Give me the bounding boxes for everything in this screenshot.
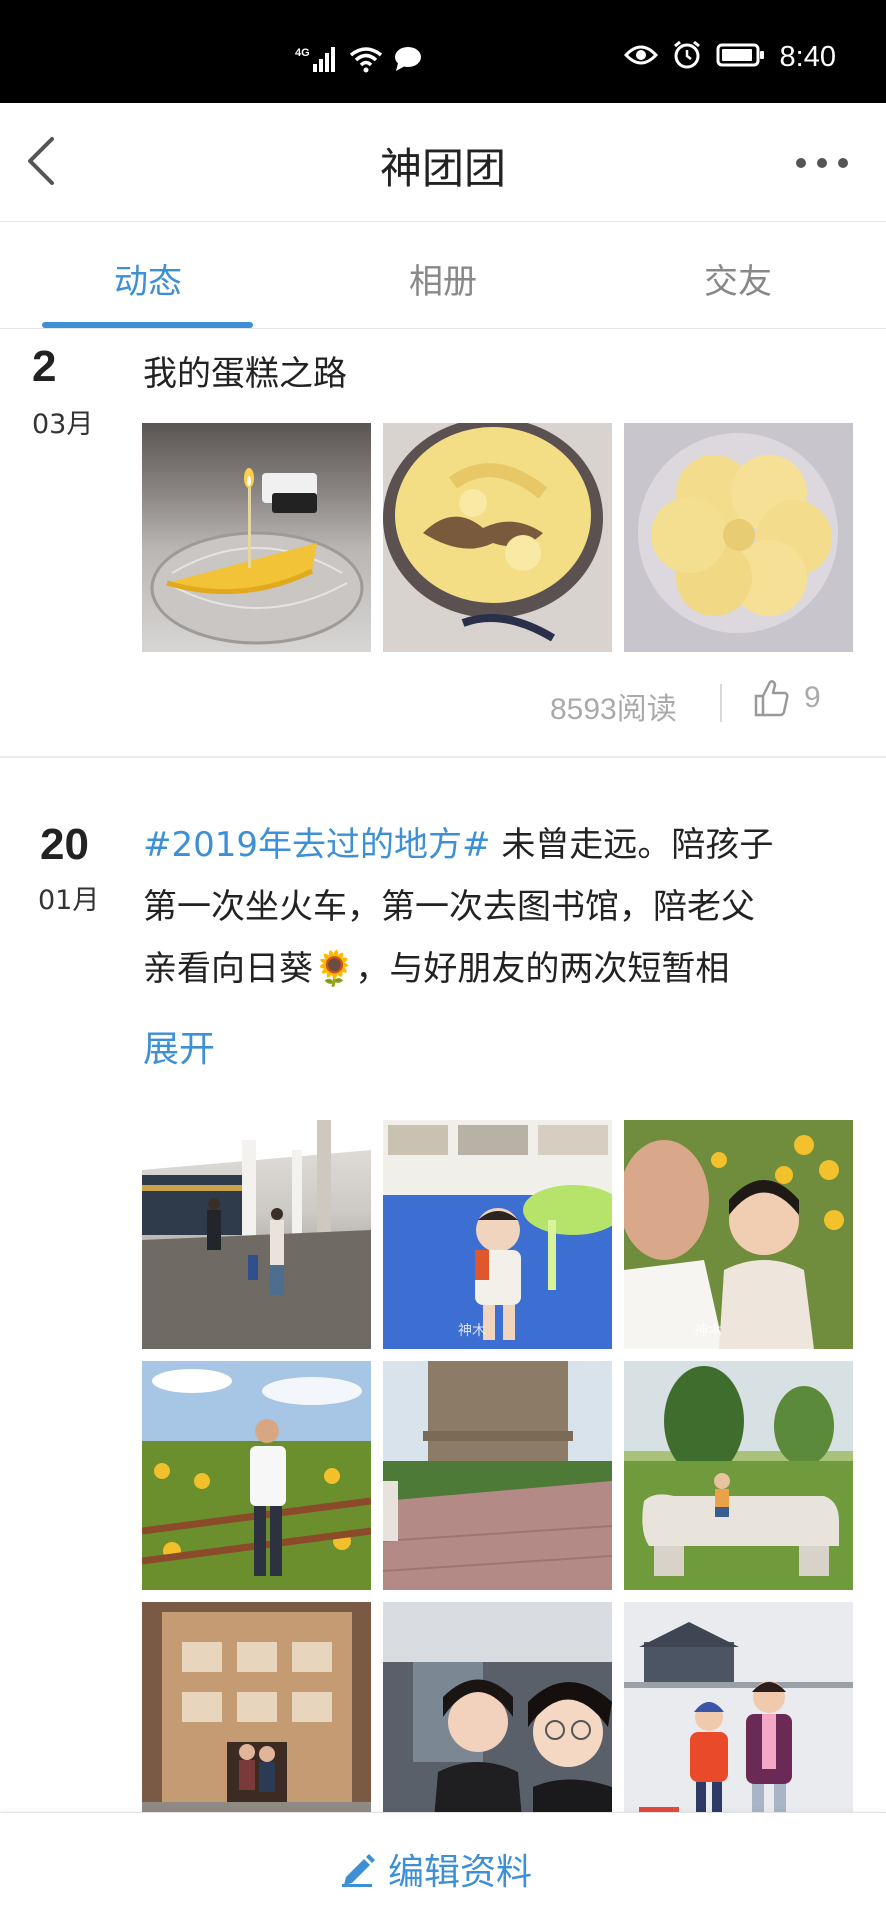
- eye-icon: [623, 43, 658, 71]
- post-date-month: 03月: [32, 409, 94, 440]
- post-text-line: 第一次坐火车，第一次去图书馆，陪老父: [143, 887, 755, 927]
- like-button[interactable]: 9: [752, 678, 821, 718]
- post-photo[interactable]: [142, 423, 371, 652]
- kids-in-snow-image: [624, 1602, 853, 1831]
- status-bar-system: 8:40: [623, 40, 836, 74]
- child-in-library-image: 神木: [383, 1120, 612, 1349]
- train-platform-image: [142, 1120, 371, 1349]
- more-dots-icon: [796, 158, 806, 168]
- bottom-action-bar: 编辑资料: [0, 1812, 886, 1921]
- expand-link[interactable]: 展开: [143, 1020, 215, 1072]
- post-photo[interactable]: [142, 1120, 371, 1349]
- status-bar: 4G 8:40: [0, 0, 886, 103]
- svg-text:神木: 神木: [694, 1323, 722, 1339]
- signal-icon: 4G: [295, 44, 339, 78]
- post-title: 我的蛋糕之路: [143, 354, 347, 394]
- post-photo[interactable]: [383, 1602, 612, 1831]
- more-options-button[interactable]: [796, 153, 856, 173]
- svg-text:4G: 4G: [295, 47, 310, 59]
- post-photo[interactable]: 神木: [624, 1120, 853, 1349]
- edit-profile-label: 编辑资料: [388, 1852, 533, 1893]
- feed-post[interactable]: 20 01月 #2019年去过的地方# 未曾走远。陪孩子 第一次坐火车，第一次去…: [0, 760, 886, 1831]
- post-photo[interactable]: [142, 1361, 371, 1590]
- post-text-segment: 未曾走远。陪孩子: [490, 825, 774, 865]
- tab-friends[interactable]: 交友: [638, 254, 838, 303]
- great-wall-tower-image: [383, 1361, 612, 1590]
- post-photo[interactable]: [624, 1602, 853, 1831]
- post-date-day: 20: [40, 820, 89, 869]
- post-divider: [0, 756, 886, 758]
- more-dot: [838, 158, 848, 168]
- post-text: #2019年去过的地方# 未曾走远。陪孩子 第一次坐火车，第一次去图书馆，陪老父…: [143, 814, 843, 1000]
- alarm-icon: [672, 40, 702, 74]
- man-in-sunflower-field-image: [142, 1361, 371, 1590]
- battery-icon: [716, 42, 766, 72]
- edit-profile-button[interactable]: 编辑资料: [340, 1843, 532, 1895]
- clock: 8:40: [779, 40, 836, 73]
- app-header: 神团团: [0, 103, 886, 222]
- page-title: 神团团: [379, 144, 506, 193]
- cake-with-candle-image: [150, 468, 364, 645]
- feed-post[interactable]: 2 03月 我的蛋糕之路 8593阅读 9: [0, 328, 886, 758]
- selfie-sunflowers-image: 神木: [624, 1120, 853, 1349]
- post-photo[interactable]: [624, 1361, 853, 1590]
- post-date-month: 01月: [38, 885, 100, 916]
- wifi-icon: [349, 45, 383, 77]
- hashtag-link[interactable]: #2019年去过的地方#: [143, 825, 491, 865]
- more-dot: [817, 158, 827, 168]
- svg-text:神木: 神木: [458, 1323, 486, 1339]
- post-text-line: 亲看向日葵🌻，与好朋友的两次短暂相: [143, 949, 730, 989]
- post-text-line: #2019年去过的地方# 未曾走远。陪孩子: [143, 814, 843, 876]
- thumbs-up-icon: [754, 680, 789, 717]
- post-photo[interactable]: [383, 1361, 612, 1590]
- post-photo[interactable]: [383, 423, 612, 652]
- chat-icon: [393, 45, 423, 77]
- post-photo[interactable]: [142, 1602, 371, 1831]
- tab-feed[interactable]: 动态: [48, 254, 248, 303]
- flower-shaped-bread-image: [638, 433, 838, 633]
- post-photo[interactable]: 神木: [383, 1120, 612, 1349]
- status-bar-network: 4G: [295, 44, 423, 78]
- tab-bar: 动态 相册 交友: [0, 222, 886, 329]
- tab-album[interactable]: 相册: [343, 254, 543, 303]
- friends-selfie-image: [383, 1602, 612, 1831]
- child-on-bench-image: [624, 1361, 853, 1590]
- read-count: 8593阅读: [550, 693, 677, 726]
- pencil-icon: [342, 1854, 375, 1887]
- old-building-image: [142, 1602, 371, 1831]
- like-count: 9: [804, 681, 821, 714]
- post-photo[interactable]: [624, 423, 853, 652]
- post-date-day: 2: [32, 342, 57, 391]
- meta-separator: [720, 684, 722, 722]
- baked-cake-in-pan-image: [383, 423, 603, 642]
